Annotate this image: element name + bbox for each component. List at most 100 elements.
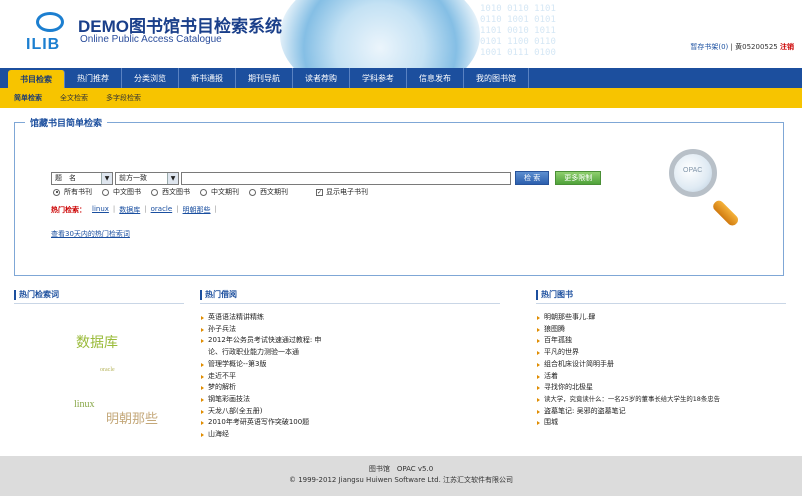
- radio-label: 西文图书: [162, 188, 190, 196]
- list-item[interactable]: 盗墓笔记: 吴邪的盗墓笔记: [536, 406, 786, 418]
- list-item[interactable]: 百年孤独: [536, 335, 786, 347]
- nav-item-news[interactable]: 信息发布: [407, 68, 464, 88]
- tag-cloud-item[interactable]: oracle: [100, 367, 115, 373]
- list-item[interactable]: 孙子兵法: [200, 324, 500, 336]
- hot-borrow-list: 英语语法精讲精练 孙子兵法 2012年公务员考试快速通过教程: 申 论、行政职业…: [200, 312, 500, 441]
- tag-cloud: 数据库 oracle linux 明朝那些: [14, 304, 184, 444]
- radio-chinese-journals[interactable]: 中文期刊: [200, 187, 239, 197]
- cart-link[interactable]: 暂存书架(0): [690, 43, 728, 51]
- tag-cloud-item[interactable]: 明朝那些: [106, 408, 158, 427]
- magnifier-icon: OPAC: [665, 145, 745, 235]
- radio-label: 所有书刊: [64, 188, 92, 196]
- list-item[interactable]: 平凡的世界: [536, 347, 786, 359]
- ebook-checkbox[interactable]: ✓ 显示电子书刊: [316, 187, 368, 197]
- radio-dot: [53, 188, 60, 196]
- footer: 图书馆 OPAC v5.0 © 1999-2012 Jiangsu Huiwen…: [0, 456, 802, 496]
- globe-graphic: [280, 0, 480, 68]
- chevron-down-icon: ▼: [101, 172, 112, 184]
- nav-item-my-library[interactable]: 我的图书馆: [464, 68, 529, 88]
- list-item[interactable]: 梦的解析: [200, 382, 500, 394]
- list-item[interactable]: 读大学，究竟读什么：一名25岁的董事长给大学生的18条忠告: [536, 394, 786, 406]
- list-item[interactable]: 管理学概论--第3版: [200, 359, 500, 371]
- list-item[interactable]: 走近不平: [200, 371, 500, 383]
- magnifier-text: OPAC: [683, 167, 703, 174]
- hot-books-title: 热门图书: [536, 290, 786, 300]
- hot-keyword[interactable]: 明朝那些: [183, 205, 211, 215]
- hot-keyword[interactable]: oracle: [151, 205, 173, 215]
- recent-hot-terms-link[interactable]: 查看30天内的热门检索词: [51, 229, 130, 239]
- match-select-value: 前方一致: [119, 174, 147, 182]
- magnifier-handle: [711, 198, 741, 228]
- binary-digits-graphic: 1010 0110 1101 0110 1001 0101 1101 0010 …: [480, 4, 556, 58]
- radio-dot: [151, 188, 158, 196]
- nav-item-category-browse[interactable]: 分类浏览: [122, 68, 179, 88]
- sub-nav: 简单检索 全文检索 多字段检索: [0, 88, 802, 108]
- list-item[interactable]: 狼图腾: [536, 324, 786, 336]
- list-item[interactable]: 英语语法精讲精练: [200, 312, 500, 324]
- field-select[interactable]: 题 名 ▼: [51, 171, 113, 185]
- nav-item-reader-recommend[interactable]: 读者荐购: [293, 68, 350, 88]
- user-name: 黄05200525: [735, 43, 778, 51]
- hot-borrow-section: 热门借阅 英语语法精讲精练 孙子兵法 2012年公务员考试快速通过教程: 申 论…: [200, 290, 500, 441]
- radio-western-books[interactable]: 西文图书: [151, 187, 190, 197]
- more-limits-button[interactable]: 更多限制: [555, 171, 602, 185]
- logo: ILIB: [20, 10, 80, 58]
- subnav-simple-search[interactable]: 简单检索: [14, 93, 42, 103]
- radio-label: 西文期刊: [260, 188, 288, 196]
- hot-keyword[interactable]: linux: [92, 205, 109, 215]
- main-nav: 书目检索 热门推荐 分类浏览 新书通报 期刊导航 读者荐购 学科参考 信息发布 …: [0, 68, 802, 88]
- doc-type-radios: 所有书刊 中文图书 西文图书 中文期刊 西文期刊 ✓ 显示电子书刊: [53, 187, 368, 197]
- search-row: 题 名 ▼ 前方一致 ▼ 检 索 更多限制: [51, 171, 602, 185]
- search-panel-title: 馆藏书目简单检索: [25, 116, 108, 129]
- divider: |: [112, 205, 116, 213]
- list-item[interactable]: 山海经: [200, 429, 500, 441]
- radio-label: 中文期刊: [211, 188, 239, 196]
- list-item[interactable]: 明朝那些事儿.肆: [536, 312, 786, 324]
- footer-copyright: © 1999-2012 Jiangsu Huiwen Software Ltd.…: [288, 476, 514, 484]
- list-item[interactable]: 钢笔彩画技法: [200, 394, 500, 406]
- logout-link[interactable]: 注销: [780, 43, 794, 51]
- hot-books-section: 热门图书 明朝那些事儿.肆 狼图腾 百年孤独 平凡的世界 组合机床设计简明手册 …: [536, 290, 786, 429]
- search-input[interactable]: [181, 171, 511, 185]
- divider: [200, 303, 500, 304]
- list-item[interactable]: 围城: [536, 417, 786, 429]
- hot-terms-section: 热门检索词 数据库 oracle linux 明朝那些: [14, 290, 184, 444]
- list-item[interactable]: 天龙八部(全五册): [200, 406, 500, 418]
- hot-books-list: 明朝那些事儿.肆 狼图腾 百年孤独 平凡的世界 组合机床设计简明手册 活着 寻找…: [536, 312, 786, 429]
- nav-item-journals[interactable]: 期刊导航: [236, 68, 293, 88]
- match-select[interactable]: 前方一致 ▼: [115, 171, 179, 185]
- radio-label: 中文图书: [113, 188, 141, 196]
- tag-cloud-item[interactable]: 数据库: [76, 332, 118, 352]
- nav-item-hot-recommend[interactable]: 热门推荐: [65, 68, 122, 88]
- list-item[interactable]: 组合机床设计简明手册: [536, 359, 786, 371]
- checkbox-box: ✓: [316, 188, 323, 196]
- hot-terms-title: 热门检索词: [14, 290, 184, 300]
- search-panel: 馆藏书目简单检索 题 名 ▼ 前方一致 ▼ 检 索 更多限制 所有书刊 中文图书…: [14, 116, 784, 276]
- search-button[interactable]: 检 索: [515, 171, 550, 185]
- tag-cloud-item[interactable]: linux: [74, 399, 95, 410]
- nav-item-new-books[interactable]: 新书通报: [179, 68, 236, 88]
- subnav-fulltext-search[interactable]: 全文检索: [60, 93, 88, 103]
- hot-search-label: 热门检索：: [51, 206, 86, 214]
- divider: |: [214, 205, 217, 213]
- list-item[interactable]: 寻找你的北极星: [536, 382, 786, 394]
- nav-item-subject-reference[interactable]: 学科参考: [350, 68, 407, 88]
- page-subtitle: Online Public Access Catalogue: [80, 34, 222, 45]
- list-item[interactable]: 论、行政职业能力测验一本通: [200, 347, 500, 359]
- logo-text: ILIB: [26, 36, 61, 53]
- divider: [536, 303, 786, 304]
- divider: |: [176, 205, 179, 213]
- radio-all[interactable]: 所有书刊: [53, 187, 92, 197]
- list-item[interactable]: 2012年公务员考试快速通过教程: 申: [200, 335, 500, 347]
- list-item[interactable]: 2010年考研英语写作突破100题: [200, 417, 500, 429]
- radio-chinese-books[interactable]: 中文图书: [102, 187, 141, 197]
- header-user-links: 暂存书架(0) | 黄05200525 注销: [690, 42, 794, 52]
- subnav-multifield-search[interactable]: 多字段检索: [106, 93, 141, 103]
- header-separator: |: [730, 43, 733, 51]
- radio-western-journals[interactable]: 西文期刊: [249, 187, 288, 197]
- hot-keyword[interactable]: 数据库: [119, 205, 140, 215]
- radio-dot: [102, 188, 109, 196]
- checkbox-label: 显示电子书刊: [326, 188, 368, 196]
- list-item[interactable]: 活着: [536, 371, 786, 383]
- nav-item-catalog-search[interactable]: 书目检索: [8, 70, 65, 88]
